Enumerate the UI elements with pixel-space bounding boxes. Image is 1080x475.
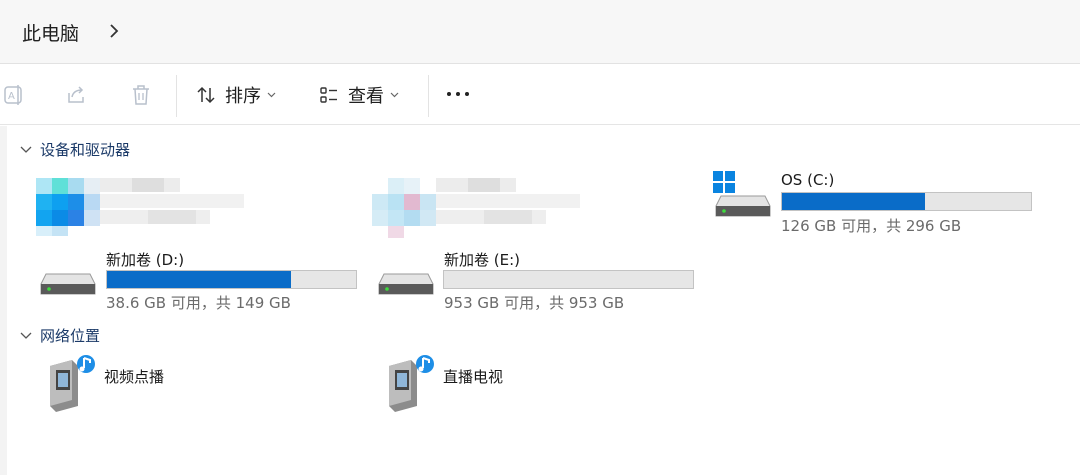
drive-usage-fill [782,193,925,210]
obscured-drive-item[interactable] [372,178,582,240]
rename-icon[interactable]: A [2,83,26,107]
chevron-down-icon [390,92,399,98]
hard-drive-icon [715,195,771,217]
drive-capacity: 953 GB 可用，共 953 GB [444,294,625,312]
drive-name: OS (C:) [781,171,835,189]
hard-drive-icon [40,273,96,295]
view-list-icon [320,87,337,103]
drive-capacity: 38.6 GB 可用，共 149 GB [106,294,291,312]
share-icon[interactable] [64,83,88,107]
sort-button[interactable]: 排序 [195,79,276,111]
hard-drive-icon [378,273,434,295]
drive-name: 新加卷 (D:) [106,251,185,269]
network-location-name: 直播电视 [443,368,504,386]
breadcrumb-this-pc[interactable]: 此电脑 [22,19,79,46]
sort-icon [197,86,215,104]
drive-usage-bar [106,270,357,289]
chevron-down-icon [20,146,32,153]
toolbar-divider [176,75,177,117]
chevron-down-icon [267,92,276,98]
windows-logo-icon [713,171,735,193]
section-devices-and-drives[interactable]: 设备和驱动器 [20,139,130,160]
address-bar[interactable]: 此电脑 [0,0,1080,64]
drive-usage-bar [781,192,1032,211]
chevron-down-icon [20,332,32,339]
toolbar-divider [428,75,429,117]
more-options-icon[interactable] [447,92,469,96]
delete-icon[interactable] [129,83,153,107]
obscured-drive-item[interactable] [36,178,246,240]
network-location-item[interactable]: 直播电视 [383,352,583,418]
network-location-name: 视频点播 [104,368,165,386]
drive-capacity: 126 GB 可用，共 296 GB [781,217,962,235]
view-label: 查看 [348,86,384,107]
chevron-right-icon[interactable] [106,21,122,41]
section-title: 设备和驱动器 [40,141,131,159]
view-button[interactable]: 查看 [318,79,399,111]
drive-c[interactable]: OS (C:) 126 GB 可用，共 296 GB [713,168,1043,238]
drive-d[interactable]: 新加卷 (D:) 38.6 GB 可用，共 149 GB [38,246,368,316]
drive-usage-fill [107,271,292,288]
section-network-locations[interactable]: 网络位置 [20,325,100,346]
network-location-item[interactable]: 视频点播 [44,352,244,418]
drive-e[interactable]: 新加卷 (E:) 953 GB 可用，共 953 GB [376,246,706,316]
section-title: 网络位置 [40,327,101,345]
media-server-icon [50,355,95,412]
navigation-pane-edge[interactable] [0,126,7,475]
command-toolbar: A 排序 查看 [0,65,1080,125]
media-server-icon [389,355,434,412]
sort-label: 排序 [225,86,261,107]
drive-usage-bar [443,270,694,289]
drive-name: 新加卷 (E:) [444,251,521,269]
svg-text:A: A [8,91,15,102]
